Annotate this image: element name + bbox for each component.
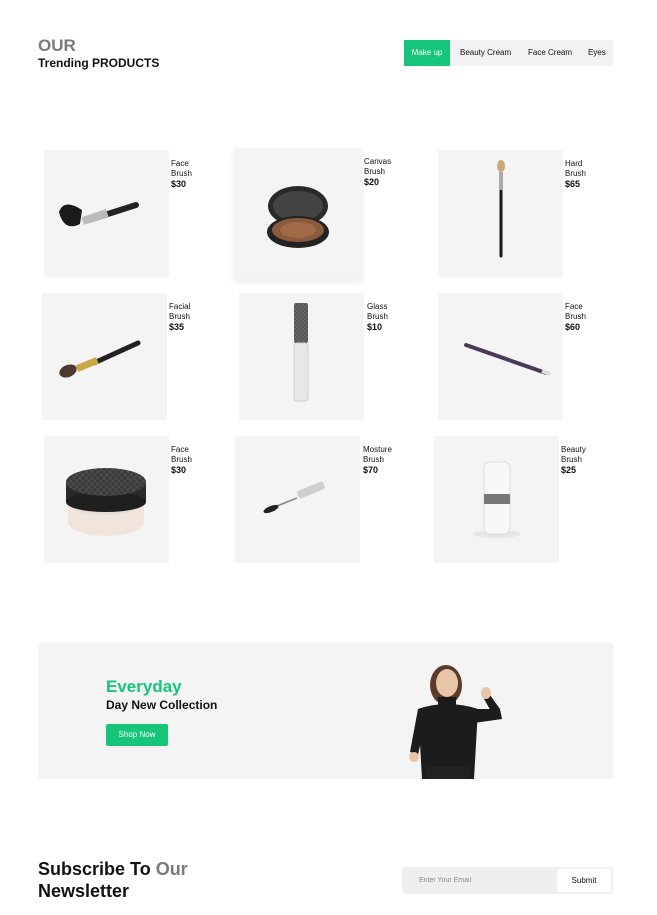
newsletter-title-accent: Our xyxy=(155,859,188,879)
product-price: $60 xyxy=(565,322,581,332)
eyeshadow-brush-icon xyxy=(497,160,505,258)
product-price: $10 xyxy=(367,322,383,332)
product-price: $35 xyxy=(169,322,185,332)
promo-banner: Everyday Day New Collection Shop Now xyxy=(38,643,613,779)
product-image[interactable] xyxy=(44,436,169,563)
compact-powder-icon xyxy=(267,186,329,248)
newsletter-title: Subscribe To Our Newsletter xyxy=(38,858,238,902)
tab-make-up[interactable]: Make up xyxy=(404,40,450,66)
lip-gloss-tube-icon xyxy=(293,303,309,402)
product-name: Face Brush xyxy=(565,302,586,321)
submit-button[interactable]: Submit xyxy=(557,869,611,892)
newsletter-form: Submit xyxy=(402,867,613,894)
banner-title: Everyday xyxy=(106,677,182,696)
face-brush-icon xyxy=(59,202,139,227)
product-name: Face Brush xyxy=(171,159,192,178)
eye-pencil-icon xyxy=(464,343,551,376)
product-image[interactable] xyxy=(239,293,364,420)
product-image[interactable] xyxy=(235,436,360,563)
product-name: Facial Brush xyxy=(169,302,191,321)
shop-now-button[interactable]: Shop Now xyxy=(106,724,168,746)
product-image[interactable] xyxy=(438,150,563,277)
tab-eyes[interactable]: Eyes xyxy=(578,40,613,66)
product-image[interactable] xyxy=(234,148,362,279)
newsletter-title-part1: Subscribe To xyxy=(38,859,156,879)
product-name: Canvas Brush xyxy=(364,157,392,176)
tab-face-cream[interactable]: Face Cream xyxy=(518,40,578,66)
product-price: $30 xyxy=(171,179,187,189)
white-bottle-icon xyxy=(473,461,521,538)
product-name: Glass Brush xyxy=(367,302,388,321)
product-price: $30 xyxy=(171,465,187,475)
section-title-trending: Trending PRODUCTS xyxy=(38,56,160,70)
product-image[interactable] xyxy=(44,150,169,277)
product-image[interactable] xyxy=(434,436,559,563)
newsletter-title-part2: Newsletter xyxy=(38,881,130,901)
product-name: Mosture Brush xyxy=(363,445,392,464)
category-tabs: Make up Beauty Cream Face Cream Eyes xyxy=(404,40,613,66)
model-image xyxy=(409,665,502,779)
product-price: $70 xyxy=(363,465,379,475)
facial-brush-icon xyxy=(59,340,141,378)
product-image[interactable] xyxy=(438,293,563,420)
banner-subtitle: Day New Collection xyxy=(106,698,218,712)
product-price: $65 xyxy=(565,179,581,189)
product-price: $20 xyxy=(364,177,380,187)
loose-powder-jar-icon xyxy=(66,468,146,536)
product-name: Beauty Brush xyxy=(561,445,586,464)
mascara-wand-icon xyxy=(263,481,325,514)
product-name: Face Brush xyxy=(171,445,192,464)
product-name: Hard Brush xyxy=(565,159,586,178)
email-field[interactable] xyxy=(402,867,557,894)
section-title-our: OUR xyxy=(38,36,76,55)
product-image[interactable] xyxy=(42,293,167,420)
tab-beauty-cream[interactable]: Beauty Cream xyxy=(450,40,518,66)
product-price: $25 xyxy=(561,465,577,475)
section-header: OUR Trending PRODUCTS xyxy=(38,37,159,71)
